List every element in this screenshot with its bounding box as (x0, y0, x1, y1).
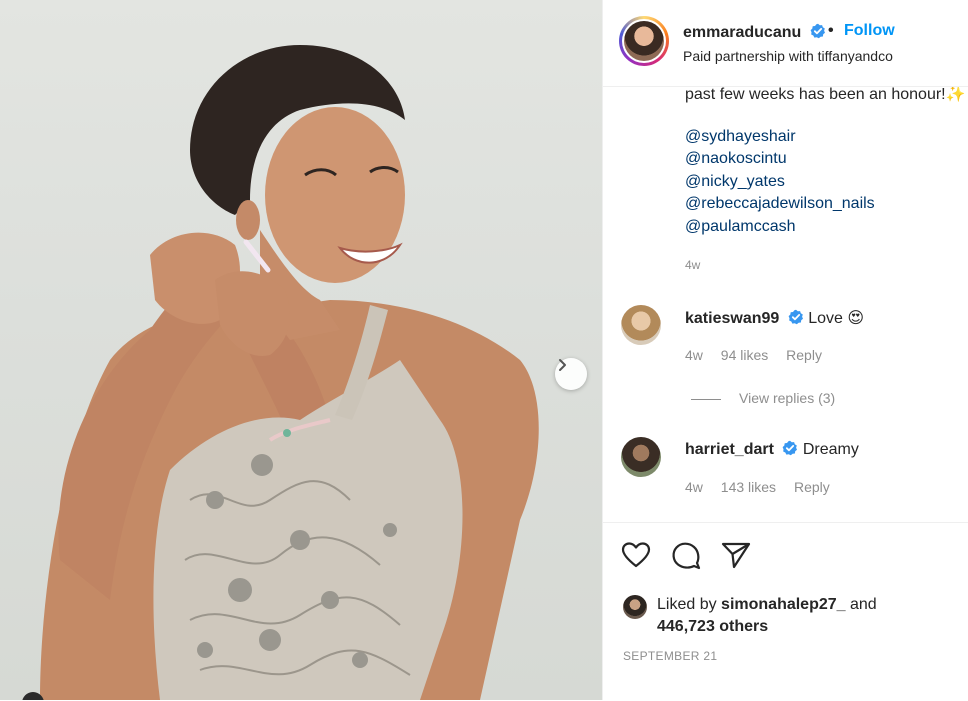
verified-badge-icon (810, 23, 825, 39)
comment-meta: 4w 94 likes Reply (685, 347, 836, 363)
paid-partnership-label[interactable]: Paid partnership with tiffanyandco (683, 48, 893, 64)
liked-by-prefix: Liked by (657, 596, 717, 613)
caption-mention[interactable]: @naokoscintu (685, 150, 787, 168)
caption-mention[interactable]: @nicky_yates (685, 173, 785, 191)
comment-text: Love 😍 (808, 310, 865, 327)
comment-reply-button[interactable]: Reply (794, 479, 830, 495)
comment-row: katieswan99 Love 😍 (685, 308, 864, 328)
carousel-next-button[interactable] (555, 358, 587, 390)
verified-badge-icon (782, 440, 798, 456)
comment-username[interactable]: harriet_dart (685, 441, 774, 458)
comment-text: Dreamy (802, 441, 859, 458)
liked-by-others[interactable]: 446,723 others (657, 618, 768, 636)
verified-badge-icon (788, 309, 803, 325)
comment-icon[interactable] (671, 541, 701, 571)
caption-mention[interactable]: @sydhayeshair (685, 128, 796, 146)
view-replies-line (691, 398, 721, 400)
comment-username[interactable]: katieswan99 (685, 310, 779, 327)
post-side-panel: past few weeks has been an honour!✨ @syd… (602, 0, 968, 700)
caption-time[interactable]: 4w (685, 258, 700, 272)
liked-by-line: Liked by simonahalep27_ and (657, 596, 877, 614)
liked-by-avatar[interactable] (623, 595, 647, 619)
comment-avatar[interactable] (621, 437, 661, 477)
post-photo-illustration (40, 45, 539, 700)
caption-mention[interactable]: @rebeccajadewilson_nails (685, 195, 875, 213)
post-photo[interactable] (0, 0, 602, 700)
header-username[interactable]: emmaraducanu (683, 24, 801, 41)
view-replies-button[interactable]: View replies (3) (691, 390, 835, 406)
post-actions: Liked by simonahalep27_ and 446,723 othe… (603, 522, 968, 701)
caption-text: past few weeks has been an honour! (685, 86, 946, 103)
comment-row: harriet_dart Dreamy (685, 440, 859, 459)
comment-likes[interactable]: 143 likes (721, 479, 776, 495)
header-separator: • (828, 22, 834, 39)
view-replies-label: View replies (3) (739, 390, 836, 406)
chevron-right-icon (559, 359, 566, 371)
heart-icon[interactable] (621, 541, 651, 569)
caption-partial-line: past few weeks has been an honour!✨ (685, 84, 966, 104)
liked-by-and: and (850, 596, 877, 613)
caption-mention[interactable]: @paulamccash (685, 218, 796, 236)
comment-time[interactable]: 4w (685, 347, 703, 363)
profile-avatar[interactable] (619, 16, 669, 66)
comment-meta: 4w 143 likes Reply (685, 479, 844, 495)
comment-likes[interactable]: 94 likes (721, 347, 768, 363)
follow-button[interactable]: Follow (844, 22, 895, 40)
avatar-image (624, 21, 664, 61)
comment-time[interactable]: 4w (685, 479, 703, 495)
sparkles-emoji: ✨ (945, 86, 966, 103)
post-header: emmaraducanu • Follow Paid partnership w… (603, 0, 968, 87)
liked-by-user[interactable]: simonahalep27_ (721, 596, 846, 613)
post-date[interactable]: SEPTEMBER 21 (623, 649, 717, 663)
comment-avatar[interactable] (621, 305, 661, 345)
header-username-row: emmaraducanu (683, 23, 826, 42)
comment-reply-button[interactable]: Reply (786, 347, 822, 363)
share-icon[interactable] (721, 541, 751, 569)
